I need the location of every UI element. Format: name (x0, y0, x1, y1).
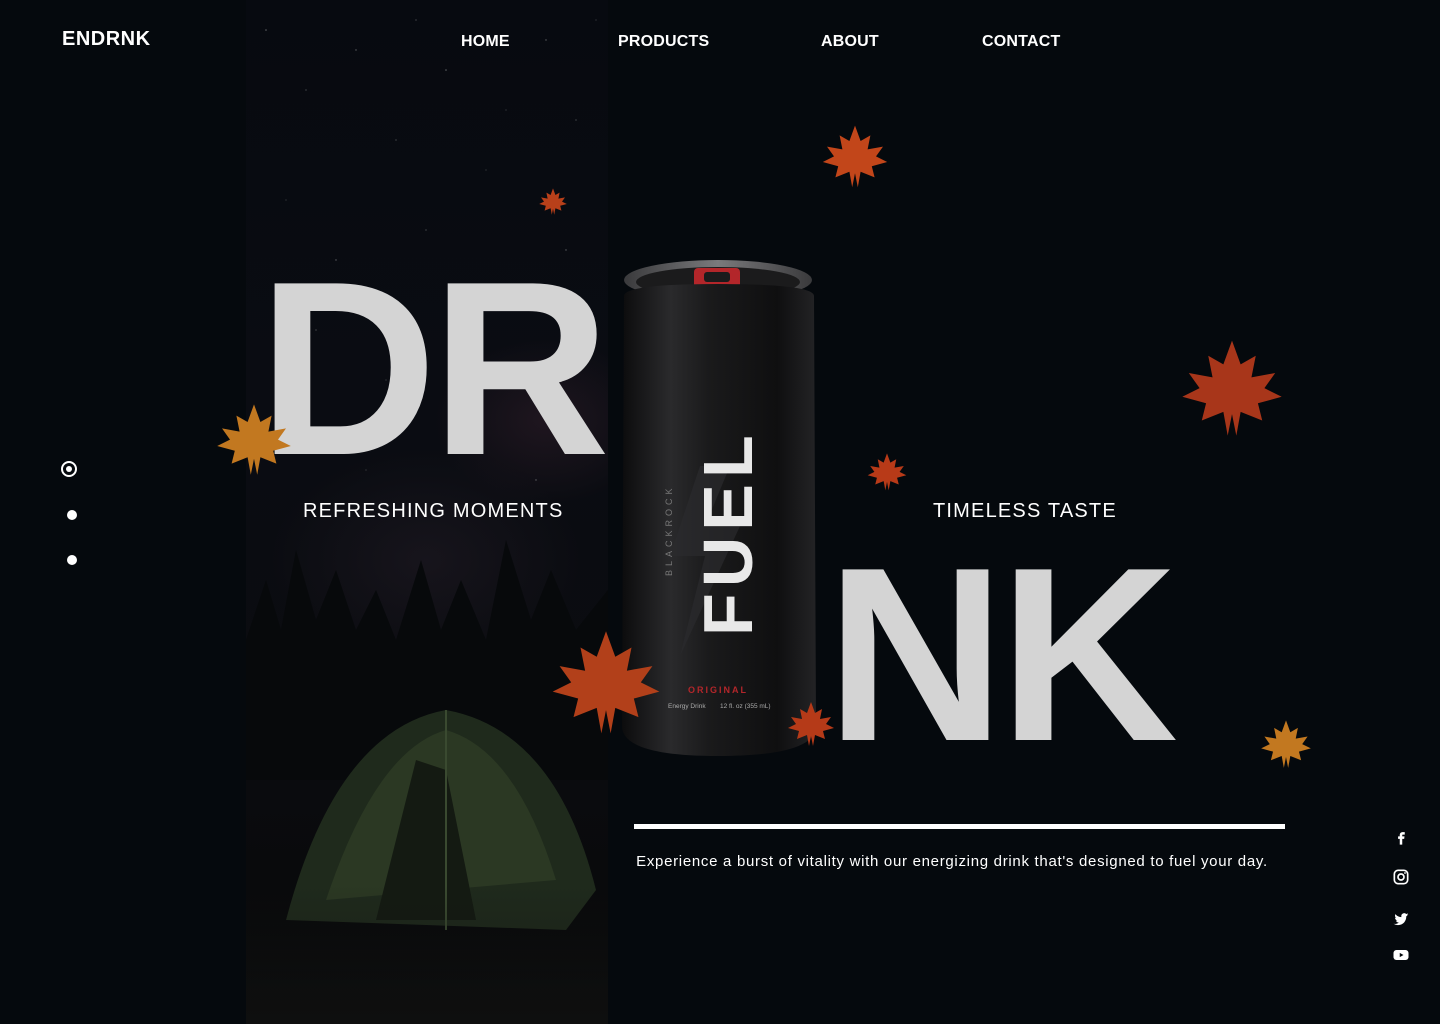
maple-leaf-icon (1182, 340, 1282, 436)
headline-right: NK (826, 515, 1178, 793)
nav-link-contact[interactable]: CONTACT (982, 33, 1060, 51)
can-type: Energy Drink (668, 703, 706, 710)
hero-description: Experience a burst of vitality with our … (636, 853, 1268, 870)
headline-left: DR (258, 229, 610, 507)
slide-dot-2[interactable] (67, 510, 77, 520)
maple-leaf-icon (552, 631, 660, 734)
tagline-timeless: TIMELESS TASTE (933, 500, 1117, 522)
maple-leaf-icon (539, 188, 567, 215)
can-sub-brand: BLACKROCK (664, 484, 674, 576)
divider-line (634, 824, 1285, 829)
brand-logo[interactable]: ENDRNK (62, 28, 151, 51)
can-volume: 12 fl. oz (355 mL) (720, 703, 771, 710)
maple-leaf-icon (217, 404, 291, 475)
nav-link-about[interactable]: ABOUT (821, 33, 879, 51)
ground-shadow (246, 884, 608, 1024)
twitter-icon[interactable] (1391, 909, 1411, 929)
maple-leaf-icon (822, 125, 888, 188)
can-flavor: ORIGINAL (688, 685, 748, 695)
youtube-icon[interactable] (1391, 945, 1411, 965)
nav-link-products[interactable]: PRODUCTS (618, 33, 709, 51)
slide-dot-3[interactable] (67, 555, 77, 565)
maple-leaf-icon (867, 453, 907, 491)
can-brand-text: FUEL (689, 429, 767, 636)
maple-leaf-icon (788, 702, 834, 746)
tagline-refreshing: REFRESHING MOMENTS (303, 500, 564, 522)
slide-dot-1[interactable] (61, 461, 77, 477)
facebook-icon[interactable] (1391, 828, 1411, 848)
nav-link-home[interactable]: HOME (461, 33, 510, 51)
instagram-icon[interactable] (1391, 867, 1411, 887)
maple-leaf-icon (1261, 720, 1311, 768)
